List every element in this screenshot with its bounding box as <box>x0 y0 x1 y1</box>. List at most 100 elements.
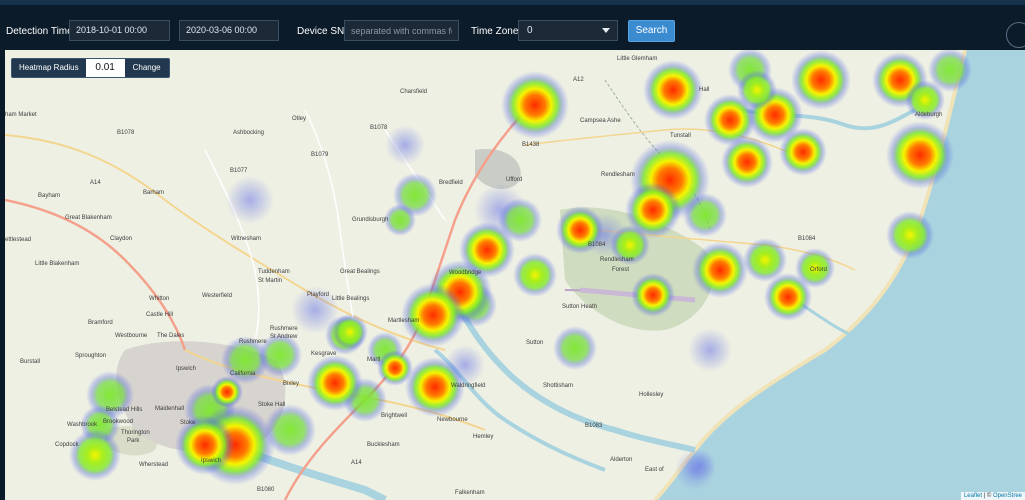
map-place-label: Stoke <box>180 420 196 426</box>
map-place-label: Maidenhall <box>155 406 185 412</box>
map-place-label: Copdock <box>55 442 79 448</box>
map-place-label: Little Bealings <box>332 296 370 302</box>
map-place-label: Newbourne <box>437 417 468 423</box>
map-place-label: B1084 <box>588 242 606 248</box>
map-place-label: ham Market <box>5 112 37 118</box>
search-button[interactable]: Search <box>628 20 675 42</box>
heatmap-change-button[interactable]: Change <box>125 59 169 77</box>
openstreetmap-link[interactable]: OpenStree <box>993 493 1022 499</box>
map-place-label: Ipswich <box>201 458 222 464</box>
map-place-label: Barham <box>143 190 165 196</box>
map-place-label: Bixley <box>283 381 300 387</box>
map-place-label: Little Blakenham <box>35 261 80 267</box>
map-place-label: Shottisham <box>543 383 574 389</box>
time-zone-value: 0 <box>527 25 533 36</box>
map-place-label: Westbourne <box>115 333 148 339</box>
map-place-label: B1438 <box>522 142 540 148</box>
map-place-label: California <box>230 371 256 377</box>
map-place-label: Aldeburgh <box>915 112 943 118</box>
map-place-label: Otley <box>292 116 307 122</box>
map-place-label: Ashbocking <box>233 130 265 136</box>
heatmap-radius-label: Heatmap Radius <box>19 63 79 72</box>
map-place-label: Tuddenham <box>258 269 290 275</box>
heat-layer <box>69 50 972 490</box>
map-place-label: Ipswich <box>176 366 197 372</box>
attribution-separator: | © <box>981 493 993 499</box>
map-place-label: Alderton <box>610 457 633 463</box>
detection-time-label: Detection Time: <box>6 26 76 37</box>
map-place-label: Sutton Heath <box>562 304 598 310</box>
map-attribution: Leaflet | © OpenStree <box>960 492 1025 500</box>
map-place-label: Waldringfield <box>451 383 486 389</box>
map-place-label: Claydon <box>110 236 133 242</box>
heatmap-map[interactable]: Little Glemham ham Market Charsfield Otley A… <box>5 50 1025 500</box>
end-date-field[interactable]: 2020-03-06 00:00 <box>179 20 279 41</box>
map-place-label: The Dales <box>157 333 185 339</box>
map-place-label: B1083 <box>585 423 603 429</box>
map-place-label: Martlesham <box>388 318 420 324</box>
map-place-label: A14 <box>351 460 362 466</box>
map-place-label: Park <box>127 438 140 444</box>
map-place-label: Grundisburgh <box>352 217 389 223</box>
map-place-label: Falkenham <box>455 490 485 496</box>
map-place-label: Forest <box>612 267 630 273</box>
map-place-label: Washbrook <box>67 422 98 428</box>
map-place-label: Great Blakenham <box>65 215 112 221</box>
device-sn-input[interactable] <box>344 20 459 41</box>
time-zone-select[interactable]: 0 <box>518 20 618 41</box>
map-place-label: Burstall <box>20 359 41 365</box>
map-place-label: Bramford <box>88 320 113 326</box>
map-place-label: Ufford <box>506 177 523 183</box>
map-place-label: Playford <box>307 292 330 298</box>
map-place-label: Rushmere <box>239 339 267 345</box>
map-place-label: Sproughton <box>75 353 107 359</box>
map-place-label: A14 <box>90 180 101 186</box>
map-place-label: Kesgrave <box>311 351 337 357</box>
map-place-label: Sutton <box>526 340 544 346</box>
time-zone-label: Time Zone: <box>471 26 522 37</box>
start-date-field[interactable]: 2018-10-01 00:00 <box>69 20 170 41</box>
map-place-label: B1079 <box>311 152 329 158</box>
map-place-label: Rendlesham <box>600 257 634 263</box>
filter-toolbar: Detection Time: 2018-10-01 00:00 2020-03… <box>0 5 1025 50</box>
map-place-label: Whitton <box>149 296 170 302</box>
map-place-label: Great Bealings <box>340 269 380 275</box>
map-place-label: Witnesham <box>231 236 262 242</box>
map-place-label: St Martin <box>258 278 283 284</box>
map-place-label: Tunstall <box>670 133 691 139</box>
map-place-label: Belstead Hills <box>106 407 143 413</box>
heatmap-radius-control: Heatmap Radius 0.01 Change <box>11 58 170 78</box>
map-place-label: St Andrew <box>270 334 298 340</box>
map-place-label: Wherstead <box>139 462 169 468</box>
map-place-label: A12 <box>573 77 584 83</box>
map-place-label: Bredfield <box>439 180 463 186</box>
map-place-label: B1080 <box>257 487 275 493</box>
map-place-label: Charsfield <box>400 89 428 95</box>
map-place-label: Woodbridge <box>449 270 482 276</box>
map-place-label: East of <box>645 467 664 473</box>
device-sn-label: Device SN: <box>297 26 348 37</box>
map-place-label: ettlestead <box>5 237 32 243</box>
map-place-label: Castle Hill <box>146 312 174 318</box>
map-place-label: Little Glemham <box>617 56 658 62</box>
map-place-label: Westerfield <box>202 293 232 299</box>
circle-action-button[interactable] <box>1006 22 1025 48</box>
map-place-label: B1078 <box>370 125 388 131</box>
map-place-label: Brightwell <box>381 413 408 419</box>
map-place-label: Rushmere <box>270 326 298 332</box>
map-place-label: Stoke Hall <box>258 402 286 408</box>
heatmap-radius-input[interactable]: 0.01 <box>85 59 125 77</box>
map-place-label: Bayham <box>38 193 61 199</box>
map-place-label: Thorington <box>121 430 150 436</box>
map-place-label: B1077 <box>230 168 248 174</box>
map-place-label: Brookwood <box>103 419 134 425</box>
map-place-label: Campsea Ashe <box>580 118 621 124</box>
map-place-label: Orford <box>810 267 828 273</box>
map-place-label: B1084 <box>798 236 816 242</box>
leaflet-link[interactable]: Leaflet <box>964 493 982 499</box>
map-place-label: B1078 <box>117 130 135 136</box>
map-place-label: Hollesley <box>639 392 664 398</box>
map-place-label: Hemley <box>473 434 494 440</box>
chevron-down-icon <box>602 28 610 33</box>
map-place-label: Hall <box>699 87 710 93</box>
